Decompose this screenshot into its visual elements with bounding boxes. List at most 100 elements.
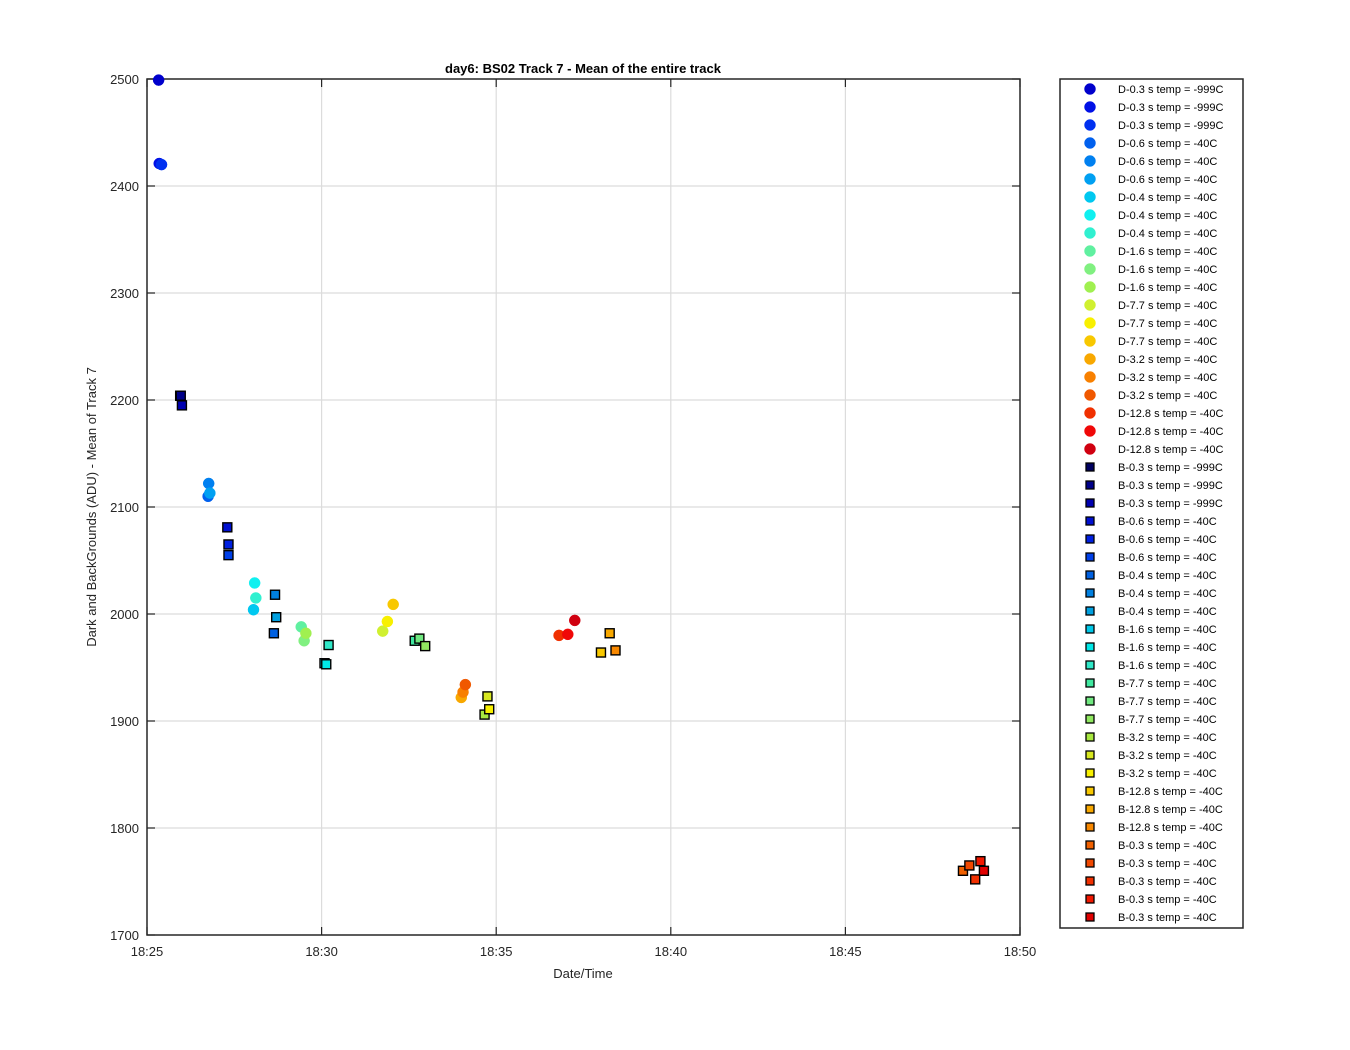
legend-entry-label: B-7.7 s temp = -40C xyxy=(1118,714,1217,726)
legend-marker-square xyxy=(1085,606,1095,616)
legend-entry-label: B-12.8 s temp = -40C xyxy=(1118,786,1223,798)
data-point-circle xyxy=(376,625,389,637)
legend-marker-square xyxy=(1085,678,1095,688)
legend-marker-circle xyxy=(1084,173,1096,185)
legend-entry-label: D-3.2 s temp = -40C xyxy=(1118,390,1217,402)
legend-marker-square xyxy=(1085,822,1095,832)
data-point-square xyxy=(321,659,332,670)
legend-entry-label: D-0.6 s temp = -40C xyxy=(1118,138,1217,150)
data-point-circle xyxy=(202,477,215,490)
y-tick-label: 2500 xyxy=(110,72,139,87)
legend-entry-label: B-3.2 s temp = -40C xyxy=(1118,732,1217,744)
legend-entry-label: B-3.2 s temp = -40C xyxy=(1118,768,1217,780)
x-tick-label: 18:35 xyxy=(480,944,513,959)
legend-entry-label: B-0.3 s temp = -999C xyxy=(1118,462,1223,474)
legend-marker-circle xyxy=(1084,101,1096,113)
legend-entry-label: B-0.4 s temp = -40C xyxy=(1118,570,1217,582)
x-tick-label: 18:50 xyxy=(1004,944,1037,959)
y-tick-label: 1700 xyxy=(110,928,139,943)
data-point-square xyxy=(268,628,280,639)
legend-marker-circle xyxy=(1084,245,1096,257)
legend-entry-label: B-1.6 s temp = -40C xyxy=(1118,642,1217,654)
legend-entry-label: B-1.6 s temp = -40C xyxy=(1118,660,1217,672)
legend-entry-label: B-0.4 s temp = -40C xyxy=(1118,606,1217,618)
legend-marker-square xyxy=(1085,570,1095,580)
legend-marker-circle xyxy=(1084,227,1096,239)
data-point-circle xyxy=(250,592,262,604)
legend-entry-label: D-3.2 s temp = -40C xyxy=(1118,372,1217,384)
legend-entry-label: D-12.8 s temp = -40C xyxy=(1118,426,1224,438)
data-point-square xyxy=(175,390,186,401)
legend-marker-square xyxy=(1085,750,1095,760)
legend-marker-square xyxy=(1085,480,1095,490)
data-point-square xyxy=(978,865,990,876)
data-point-square xyxy=(595,647,607,658)
data-point-square xyxy=(176,400,188,411)
data-point-circle xyxy=(248,577,261,589)
data-point-square xyxy=(610,645,621,656)
data-point-square xyxy=(269,589,281,600)
legend-marker-circle xyxy=(1084,425,1096,437)
legend-marker-circle xyxy=(1084,335,1096,347)
legend-marker-square xyxy=(1085,534,1095,544)
legend-marker-circle xyxy=(1084,83,1096,95)
data-point-square xyxy=(482,691,493,702)
legend-marker-square xyxy=(1085,876,1095,886)
legend-entry-label: B-0.4 s temp = -40C xyxy=(1118,588,1217,600)
legend-entry-label: D-0.4 s temp = -40C xyxy=(1118,228,1217,240)
legend-marker-square xyxy=(1085,642,1095,652)
y-tick-label: 2200 xyxy=(110,393,139,408)
legend-entry-label: D-0.4 s temp = -40C xyxy=(1118,192,1217,204)
data-point-square xyxy=(969,874,981,885)
legend-entry-label: D-12.8 s temp = -40C xyxy=(1118,444,1224,456)
legend-marker-square xyxy=(1085,462,1095,472)
legend-entry-label: D-1.6 s temp = -40C xyxy=(1118,282,1217,294)
y-tick-label: 2000 xyxy=(110,607,139,622)
legend-marker-square xyxy=(1085,786,1095,796)
chart-title: day6: BS02 Track 7 - Mean of the entire … xyxy=(445,61,722,76)
legend-marker-square xyxy=(1085,768,1095,778)
chart: 18:25 18:30 18:35 18:40 18:45 18:50 1700 1800 19… xyxy=(0,0,1350,1050)
legend-marker-circle xyxy=(1084,299,1096,311)
data-point-square xyxy=(964,860,975,871)
y-tick-label: 1800 xyxy=(110,821,139,836)
y-tick-label: 1900 xyxy=(110,714,139,729)
data-point-square xyxy=(604,628,615,639)
legend-entry-label: B-0.6 s temp = -40C xyxy=(1118,552,1217,564)
legend-marker-square xyxy=(1085,804,1095,814)
data-point-square xyxy=(223,539,234,550)
legend-marker-circle xyxy=(1084,191,1096,203)
y-tick-label: 2400 xyxy=(110,179,139,194)
data-point-circle xyxy=(152,74,165,86)
legend-marker-square xyxy=(1085,588,1095,598)
legend-marker-square xyxy=(1085,840,1095,850)
legend-marker-circle xyxy=(1084,281,1096,293)
legend-entry-label: B-0.3 s temp = -999C xyxy=(1118,480,1223,492)
legend-entry-label: D-0.3 s temp = -999C xyxy=(1118,84,1224,96)
data-point-circle xyxy=(155,158,168,171)
data-point-circle xyxy=(569,614,581,627)
legend-entry-label: D-1.6 s temp = -40C xyxy=(1118,264,1217,276)
x-tick-label: 18:40 xyxy=(655,944,688,959)
legend-marker-square xyxy=(1085,660,1095,670)
legend-entry-label: D-0.6 s temp = -40C xyxy=(1118,174,1217,186)
data-point-circle xyxy=(300,627,312,640)
legend-entry-label: B-3.2 s temp = -40C xyxy=(1118,750,1217,762)
data-point-circle xyxy=(247,603,260,616)
legend-marker-square xyxy=(1085,714,1095,724)
y-tick-label: 2100 xyxy=(110,500,139,515)
legend-entry-label: B-0.6 s temp = -40C xyxy=(1118,534,1217,546)
legend-marker-circle xyxy=(1084,263,1096,275)
x-axis-label: Date/Time xyxy=(553,966,612,981)
legend-marker-circle xyxy=(1084,317,1096,329)
legend-entry-label: D-0.6 s temp = -40C xyxy=(1118,156,1217,168)
legend-entry-label: B-12.8 s temp = -40C xyxy=(1118,804,1223,816)
data-point-square xyxy=(223,549,234,561)
legend-marker-circle xyxy=(1084,371,1096,383)
legend-entry-label: D-1.6 s temp = -40C xyxy=(1118,246,1217,258)
legend-entry-label: B-0.6 s temp = -40C xyxy=(1118,516,1217,528)
legend-entry-label: B-7.7 s temp = -40C xyxy=(1118,678,1217,690)
legend-marker-square xyxy=(1085,732,1095,742)
legend-entry-label: B-0.3 s temp = -40C xyxy=(1118,912,1217,924)
legend-marker-circle xyxy=(1084,407,1096,419)
